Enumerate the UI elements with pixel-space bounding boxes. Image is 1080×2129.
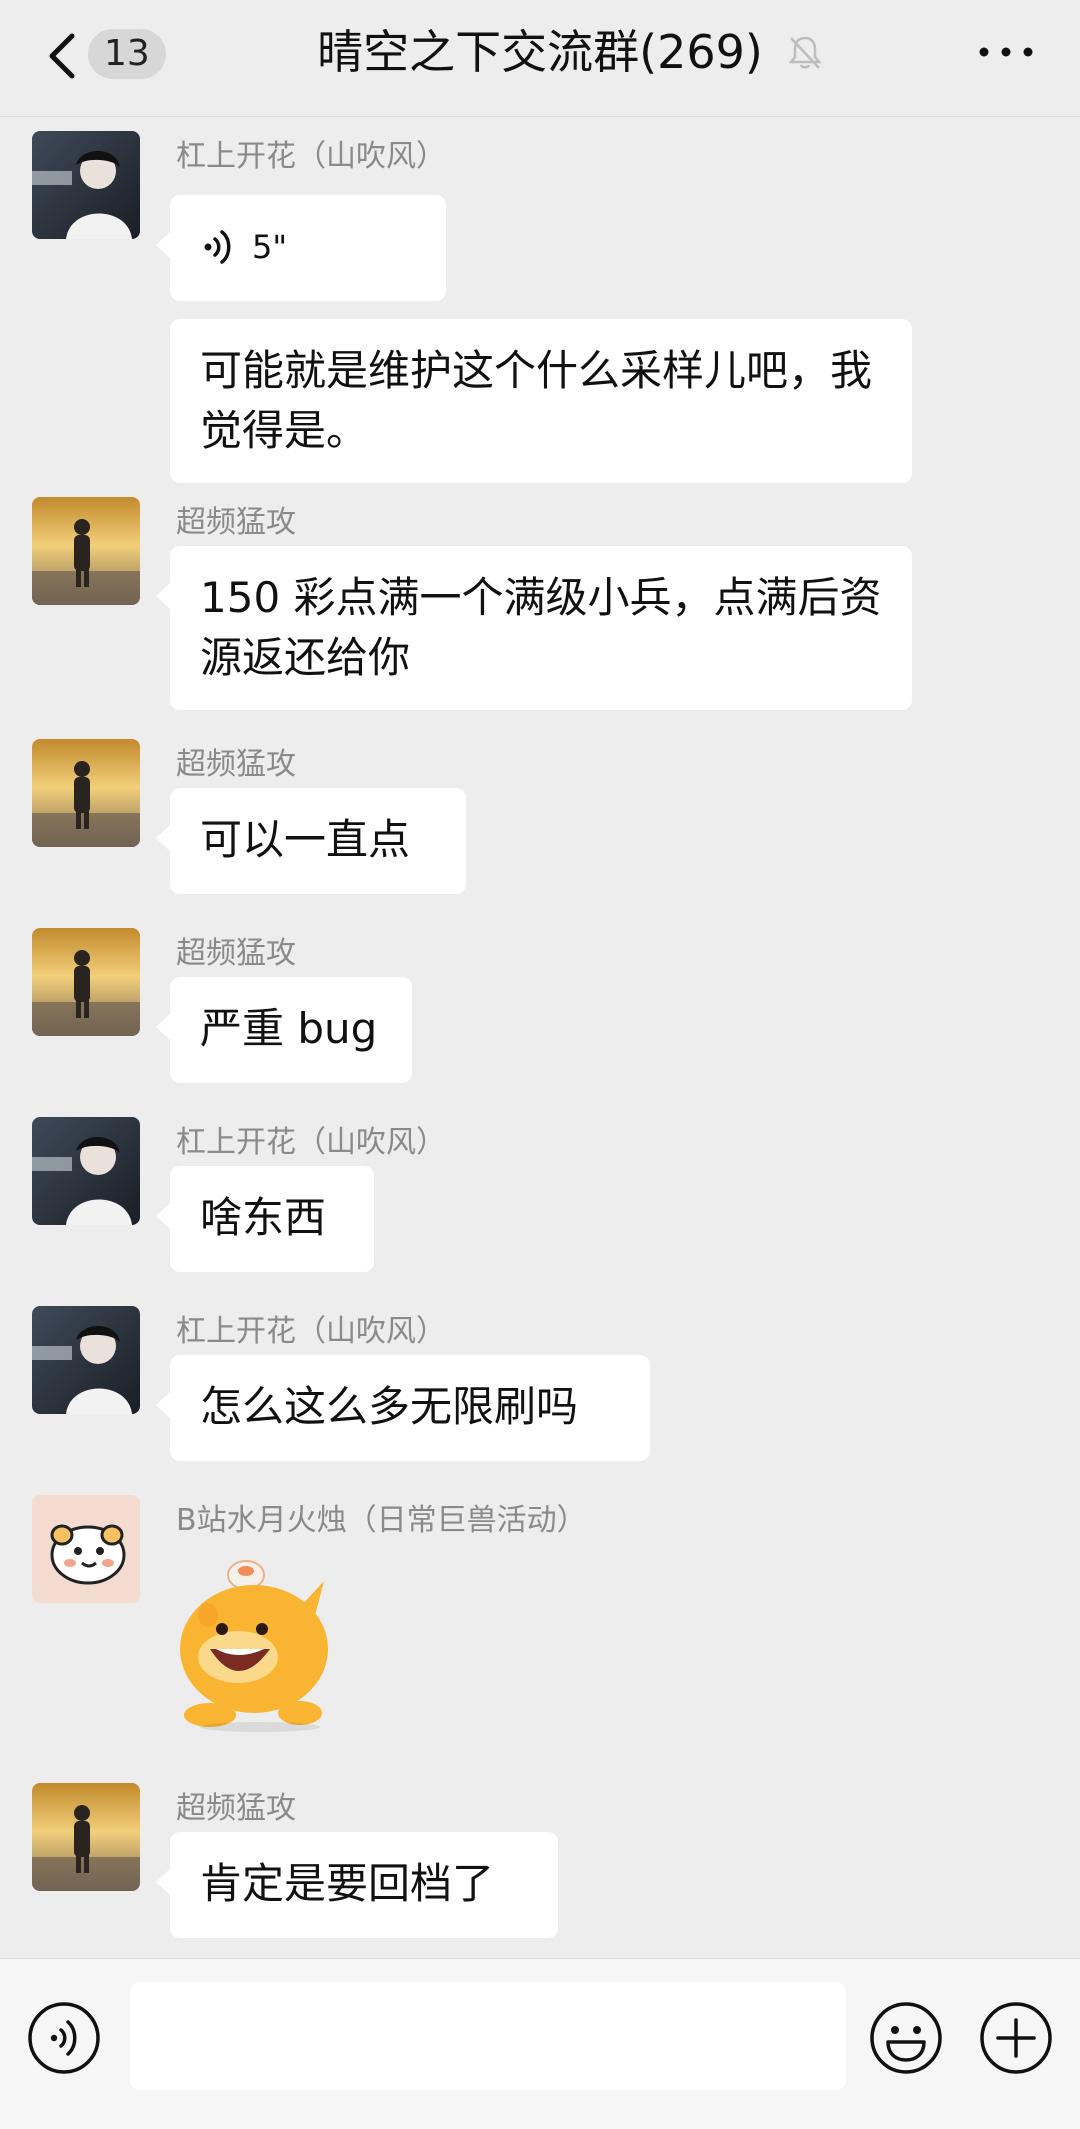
page-title-wrap: 晴空之下交流群(269) bbox=[0, 22, 1080, 82]
text-bubble[interactable]: 150 彩点满一个满级小兵，点满后资源返还给你 bbox=[156, 546, 912, 710]
message-input[interactable] bbox=[130, 1982, 846, 2090]
sender-name: 超频猛攻 bbox=[176, 747, 296, 782]
text-bubble[interactable]: 可以一直点 bbox=[156, 788, 466, 894]
sender-name: 杠上开花（山吹风） bbox=[176, 1314, 446, 1349]
more-options-icon[interactable] bbox=[976, 42, 1036, 62]
sender-name: 杠上开花（山吹风） bbox=[176, 139, 446, 174]
avatar[interactable] bbox=[32, 497, 140, 605]
avatar[interactable] bbox=[32, 1117, 140, 1225]
chat-header: 13 晴空之下交流群(269) bbox=[0, 0, 1080, 117]
avatar[interactable] bbox=[32, 739, 140, 847]
avatar[interactable] bbox=[32, 131, 140, 239]
sender-name: 超频猛攻 bbox=[176, 936, 296, 971]
page-title: 晴空之下交流群(269) bbox=[317, 25, 763, 79]
voice-wave-icon bbox=[204, 230, 231, 264]
voice-input-icon[interactable] bbox=[26, 2000, 102, 2076]
emoji-icon[interactable] bbox=[868, 2000, 944, 2076]
avatar[interactable] bbox=[32, 1495, 140, 1603]
sender-name: B站水月火烛（日常巨兽活动） bbox=[176, 1503, 587, 1538]
text-bubble[interactable]: 啥东西 bbox=[156, 1166, 374, 1272]
text-bubble[interactable]: 严重 bug bbox=[156, 977, 412, 1083]
text-bubble[interactable]: 可能就是维护这个什么采样儿吧，我觉得是。 bbox=[170, 319, 912, 483]
sender-name: 超频猛攻 bbox=[176, 505, 296, 540]
text-bubble[interactable]: 肯定是要回档了 bbox=[156, 1832, 558, 1938]
message-list[interactable]: 杠上开花（山吹风） 5" 可能就是维护这个什么采样儿吧，我觉得是。 超频猛攻 1… bbox=[0, 117, 1080, 1957]
voice-duration: 5" bbox=[252, 228, 288, 266]
yellow-creature-sticker[interactable] bbox=[170, 1545, 340, 1735]
plus-icon[interactable] bbox=[978, 2000, 1054, 2076]
avatar[interactable] bbox=[32, 928, 140, 1036]
voice-message[interactable]: 5" bbox=[156, 195, 446, 301]
mute-bell-icon bbox=[788, 36, 822, 69]
sender-name: 超频猛攻 bbox=[176, 1791, 296, 1826]
sender-name: 杠上开花（山吹风） bbox=[176, 1125, 446, 1160]
avatar[interactable] bbox=[32, 1306, 140, 1414]
text-bubble[interactable]: 怎么这么多无限刷吗 bbox=[156, 1355, 650, 1461]
input-bar bbox=[0, 1958, 1080, 2129]
avatar[interactable] bbox=[32, 1783, 140, 1891]
